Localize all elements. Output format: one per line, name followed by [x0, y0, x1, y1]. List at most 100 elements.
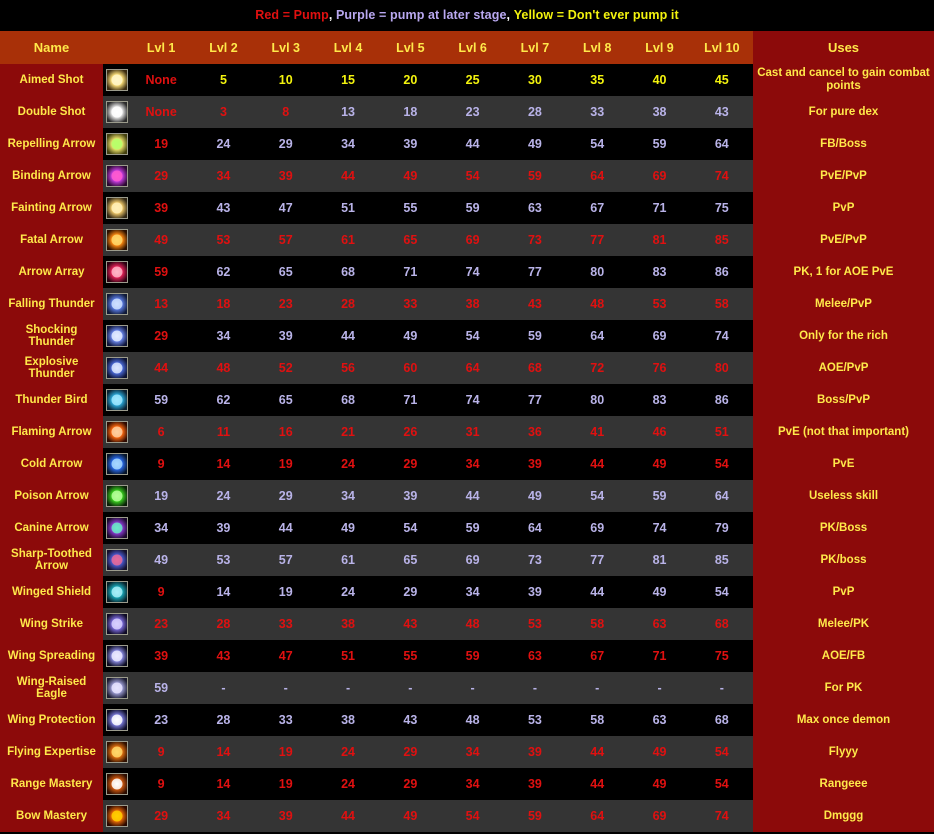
thunder-bird-icon	[105, 389, 128, 411]
level-value-cell-8: 72	[590, 361, 605, 375]
level-value-cell-9: 81	[652, 233, 667, 247]
table-row: Wing Strike 23 28 33 38 43 48 53 58 63 68 Melee/PK	[0, 608, 934, 640]
level-value-cell-6: 25	[465, 73, 480, 87]
skill-name-cell: Wing Strike	[0, 608, 103, 640]
skill-icon-cell	[103, 352, 130, 384]
level-value-cell-6: 59	[465, 521, 480, 535]
skill-icon-cell	[103, 96, 130, 128]
level-value-cell-8: 35	[590, 73, 605, 87]
level-value-cell-7: 73	[527, 553, 542, 567]
level-value-cell-7: 39	[527, 457, 542, 471]
level-value-cell-5: 18	[403, 105, 418, 119]
level-value-cell-5: 29	[403, 585, 418, 599]
level-value-cell-6: 48	[465, 713, 480, 727]
level-value-cell-4: 61	[341, 553, 355, 567]
level-value-cell-3: 44	[278, 521, 293, 535]
level-value-cell-10: 45	[714, 73, 729, 87]
level-value-cell-4: 44	[341, 809, 355, 823]
skill-name-cell: Shocking Thunder	[0, 320, 103, 352]
level-value-cell-8: 77	[590, 233, 605, 247]
level-value-cell-6: 34	[465, 457, 480, 471]
table-row: Flying Expertise 9 14 19 24 29 34 39 44 49 54 Flyyy	[0, 736, 934, 768]
level-value-cell-10: 68	[714, 617, 729, 631]
level-value-cell-4: 28	[341, 297, 355, 311]
uses-cell: PK/boss	[753, 544, 934, 576]
level-value-cell-10: 85	[714, 553, 729, 567]
level-value-cell-5: 20	[403, 73, 418, 87]
level-value-cell-9: 49	[652, 777, 667, 791]
level-value-cell-10: 80	[714, 361, 729, 375]
level-value-cell-7: 59	[527, 329, 542, 343]
skill-icon-cell	[103, 640, 130, 672]
level-value-cell-6: 74	[465, 393, 480, 407]
level-value-cell-2: 28	[216, 617, 231, 631]
skill-icon-cell	[103, 160, 130, 192]
skill-name-cell: Flying Expertise	[0, 736, 103, 768]
uses-cell: PvE/PvP	[753, 160, 934, 192]
table-row: Aimed Shot None 5 10 15 20 25 30 35 40 45 Cast and …	[0, 64, 934, 96]
level-value-cell-1: 29	[154, 169, 169, 183]
level-value-cell-6: 59	[465, 649, 480, 663]
level-value-cell-9: 49	[652, 745, 667, 759]
level-value-cell-1: 6	[157, 425, 165, 439]
table-row: Falling Thunder 13 18 23 28 33 38 43 48 53 58 Melee…	[0, 288, 934, 320]
level-value-cell-6: 34	[465, 777, 480, 791]
level-value-cell-3: 39	[278, 329, 293, 343]
level-value-cell-3: 19	[278, 585, 293, 599]
uses-cell: Only for the rich	[753, 320, 934, 352]
level-value-cell-6: 54	[465, 169, 480, 183]
level-value-cell-1: 9	[157, 585, 165, 599]
double-shot-icon	[105, 101, 128, 123]
level-value-cell-4: 21	[341, 425, 355, 439]
header-level-2: Lvl 2	[209, 40, 238, 55]
level-value-cell-7: 59	[527, 809, 542, 823]
level-value-cell-4: 34	[341, 489, 355, 503]
skill-name-cell: Winged Shield	[0, 576, 103, 608]
wing-raised-eagle-icon	[105, 677, 128, 699]
level-values-group: 59 62 65 68 71 74 77 80 83 86	[130, 256, 753, 288]
level-value-cell-10: 68	[714, 713, 729, 727]
skill-icon-cell	[103, 64, 130, 96]
level-values-group: 34 39 44 49 54 59 64 69 74 79	[130, 512, 753, 544]
skill-name-cell: Poison Arrow	[0, 480, 103, 512]
skill-icon-cell	[103, 320, 130, 352]
level-value-cell-6: 69	[465, 233, 480, 247]
winged-shield-icon	[105, 581, 128, 603]
level-value-cell-4: 49	[341, 521, 355, 535]
level-values-group: 59 - - - - - - - - -	[130, 672, 753, 704]
legend-bar: Red = Pump, Purple = pump at later stage…	[0, 0, 934, 30]
level-value-cell-2: 39	[216, 521, 231, 535]
level-value-cell-4: 24	[341, 777, 355, 791]
level-value-cell-10: 86	[714, 393, 729, 407]
table-row: Bow Mastery 29 34 39 44 49 54 59 64 69 74 Dmggg	[0, 800, 934, 832]
table-row: Double Shot None 3 8 13 18 23 28 33 38 43 For pure …	[0, 96, 934, 128]
level-value-cell-7: 49	[527, 137, 542, 151]
level-value-cell-5: 71	[403, 265, 418, 279]
level-value-cell-2: -	[221, 681, 226, 695]
skill-icon-cell	[103, 736, 130, 768]
level-value-cell-7: 64	[527, 521, 542, 535]
cold-arrow-icon	[105, 453, 128, 475]
header-level-7: Lvl 7	[520, 40, 550, 55]
level-value-cell-5: 65	[403, 553, 418, 567]
level-value-cell-7: 77	[527, 393, 542, 407]
level-value-cell-9: 59	[652, 137, 667, 151]
table-row: Sharp-Toothed Arrow 49 53 57 61 65 69 73 77 81 85 P…	[0, 544, 934, 576]
level-value-cell-4: 24	[341, 585, 355, 599]
level-value-cell-8: 54	[590, 489, 605, 503]
level-value-cell-7: 53	[527, 713, 542, 727]
level-value-cell-4: 13	[341, 105, 355, 119]
level-values-group: None 5 10 15 20 25 30 35 40 45	[130, 64, 753, 96]
legend-part-1: ,	[328, 8, 336, 22]
level-values-group: 29 34 39 44 49 54 59 64 69 74	[130, 800, 753, 832]
skill-name-cell: Range Mastery	[0, 768, 103, 800]
level-values-group: 13 18 23 28 33 38 43 48 53 58	[130, 288, 753, 320]
level-value-cell-1: 19	[154, 137, 169, 151]
level-values-group: 49 53 57 61 65 69 73 77 81 85	[130, 224, 753, 256]
level-value-cell-1: 39	[154, 201, 169, 215]
level-value-cell-3: 19	[278, 457, 293, 471]
level-value-cell-10: 74	[714, 329, 729, 343]
level-value-cell-3: 29	[278, 137, 293, 151]
level-value-cell-2: 34	[216, 329, 231, 343]
level-value-cell-8: 48	[590, 297, 605, 311]
